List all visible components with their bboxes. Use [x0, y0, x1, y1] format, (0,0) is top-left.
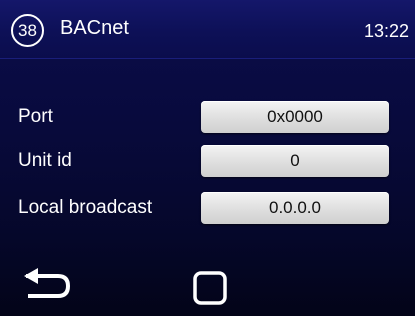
port-field[interactable]: 0x0000: [201, 101, 389, 133]
home-button[interactable]: [193, 271, 227, 305]
unit-id-field[interactable]: 0: [201, 145, 389, 177]
header-bar: 38 BACnet 13:22: [0, 0, 415, 59]
local-broadcast-field[interactable]: 0.0.0.0: [201, 192, 389, 224]
back-button[interactable]: [22, 268, 74, 302]
local-broadcast-label: Local broadcast: [18, 197, 153, 218]
back-arrow-icon: [24, 268, 70, 298]
page-title: BACnet: [60, 17, 129, 39]
square-home-icon: [193, 271, 227, 305]
screen: 38 BACnet 13:22 Port 0x0000 Unit id 0 Lo…: [0, 0, 415, 316]
clock: 13:22: [363, 21, 409, 41]
port-label: Port: [18, 106, 53, 127]
screen-number-badge: 38: [11, 14, 44, 47]
unit-id-label: Unit id: [18, 150, 72, 171]
